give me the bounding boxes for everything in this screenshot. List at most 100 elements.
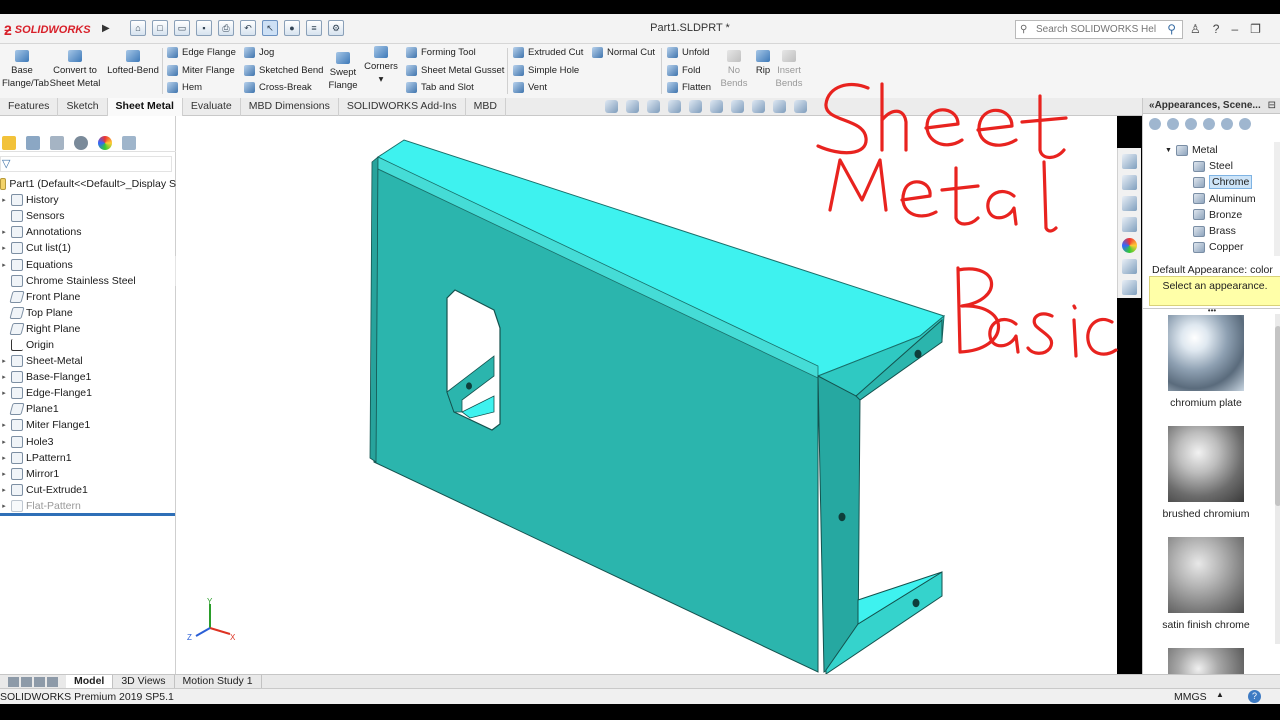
tree-item-sensors[interactable]: Sensors [0,208,176,224]
unit-system[interactable]: MMGS [1174,691,1207,703]
tree-item-flat-pattern[interactable]: ▸ Flat-Pattern [0,498,176,514]
view-orientation-icon[interactable] [689,100,702,113]
normal-cut-button[interactable]: Normal Cut [592,46,655,60]
previous-view-icon[interactable] [647,100,660,113]
up-folder-icon[interactable] [1239,118,1251,130]
tree-folder-brass[interactable]: Brass [1143,223,1277,239]
convert-to-sheet-metal-button[interactable]: Convert to Sheet Metal [48,50,102,90]
lofted-bend-button[interactable]: Lofted-Bend [106,50,160,77]
tree-item-material[interactable]: Chrome Stainless Steel [0,273,176,289]
tree-item-edge-flange[interactable]: ▸ Edge-Flange1 [0,385,176,401]
zoom-to-fit-icon[interactable] [605,100,618,113]
tree-item-right-plane[interactable]: Right Plane [0,321,176,337]
expand-arrow-icon[interactable]: ▸ [0,196,8,204]
help-search-input[interactable] [1016,21,1156,38]
tree-folder-chrome[interactable]: Chrome [1143,174,1277,190]
tree-item-annotations[interactable]: ▸ Annotations [0,224,176,240]
display-style-icon[interactable] [710,100,723,113]
tree-item-base-flange[interactable]: ▸ Base-Flange1 [0,369,176,385]
tree-item-history[interactable]: ▸ History [0,192,176,208]
sheet-metal-gusset-button[interactable]: Sheet Metal Gusset [406,64,504,78]
tree-item-lpattern[interactable]: ▸ LPattern1 [0,450,176,466]
pin-icon[interactable]: ⊟ [1268,98,1276,113]
solidworks-resources-icon[interactable] [1122,154,1137,169]
zoom-to-area-icon[interactable] [626,100,639,113]
tree-folder-bronze[interactable]: Bronze [1143,207,1277,223]
design-library-icon[interactable] [1122,175,1137,190]
rollback-bar[interactable] [0,513,175,516]
expand-arrow-icon[interactable]: ▸ [0,228,8,236]
forum-icon[interactable] [1122,280,1137,295]
scrollbar-thumb[interactable] [1275,326,1280,506]
tab-sketch[interactable]: Sketch [58,98,108,116]
next-tab-icon[interactable] [34,676,45,687]
expand-arrow-icon[interactable]: ▸ [0,470,8,478]
swatch-brushed-chromium[interactable]: brushed chromium [1149,426,1263,520]
tab-and-slot-button[interactable]: Tab and Slot [406,81,504,95]
refresh-icon[interactable] [1221,118,1233,130]
tree-item-front-plane[interactable]: Front Plane [0,289,176,305]
tab-evaluate[interactable]: Evaluate [183,98,241,116]
tab-features[interactable]: Features [0,98,59,116]
expand-arrow-icon[interactable]: ▸ [0,244,8,252]
display-manager-tab-icon[interactable] [98,136,112,150]
graphics-area[interactable]: Y X Z [176,116,1117,674]
tree-item-mirror[interactable]: ▸ Mirror1 [0,466,176,482]
hide-show-items-icon[interactable] [731,100,744,113]
swept-flange-button[interactable]: Swept Flange [326,52,360,92]
tree-item-sheet-metal[interactable]: ▸ Sheet-Metal [0,353,176,369]
dimxpert-tab-icon[interactable] [74,136,88,150]
expand-arrow-icon[interactable]: ▸ [0,438,8,446]
custom-properties-icon[interactable] [1122,259,1137,274]
expand-arrow-icon[interactable]: ▸ [0,454,8,462]
no-bends-button[interactable]: No Bends [720,50,748,90]
status-help-icon[interactable]: ? [1248,690,1261,703]
expand-arrow-icon[interactable]: ▸ [0,389,8,397]
tree-item-hole3[interactable]: ▸ Hole3 [0,434,176,450]
miter-flange-button[interactable]: Miter Flange [167,64,236,78]
expand-arrow-icon[interactable]: ▸ [0,357,8,365]
file-explorer-icon[interactable] [1122,196,1137,211]
rip-button[interactable]: Rip [752,50,774,77]
configuration-manager-tab-icon[interactable] [50,136,64,150]
tree-folder-metal[interactable]: ▼ Metal [1143,142,1277,158]
insert-bends-button[interactable]: Insert Bends [774,50,804,90]
tree-item-cut-extrude[interactable]: ▸ Cut-Extrude1 [0,482,176,498]
expand-arrow-icon[interactable]: ▸ [0,373,8,381]
sheet-metal-part-model[interactable] [176,116,1117,674]
tree-item-origin[interactable]: Origin [0,337,176,353]
corners-dropdown-icon[interactable]: ▾ [379,74,384,85]
help-icon[interactable]: ? [1213,22,1220,36]
tree-item-plane1[interactable]: Plane1 [0,401,176,417]
section-view-icon[interactable] [668,100,681,113]
tree-scrollbar[interactable] [1274,142,1280,256]
tree-root-part[interactable]: Part1 (Default<<Default>_Display S [0,176,176,192]
back-icon[interactable] [1149,118,1161,130]
view-palette-icon[interactable] [1122,217,1137,232]
tab-motion-study[interactable]: Motion Study 1 [175,674,262,689]
tab-model[interactable]: Model [66,674,114,689]
simple-hole-button[interactable]: Simple Hole [513,64,583,78]
swatch-partial[interactable] [1149,648,1263,674]
tab-sheet-metal[interactable]: Sheet Metal [107,98,183,116]
expand-arrow-icon[interactable]: ▸ [0,486,8,494]
collapse-arrow-icon[interactable]: ▼ [1165,147,1172,154]
help-search-box[interactable]: ⚲ ⚲ [1015,20,1183,39]
feature-manager-tab-icon[interactable] [2,136,16,150]
tab-mbd-dimensions[interactable]: MBD Dimensions [241,98,339,116]
flatten-button[interactable]: Flatten [667,81,711,95]
edit-appearance-icon[interactable] [752,100,765,113]
hem-button[interactable]: Hem [167,81,236,95]
swatch-scrollbar[interactable] [1275,314,1280,644]
units-dropdown-icon[interactable]: ▲ [1216,690,1224,699]
swatch-satin-finish-chrome[interactable]: satin finish chrome [1149,537,1263,631]
vent-button[interactable]: Vent [513,81,583,95]
sketched-bend-button[interactable]: Sketched Bend [244,64,323,78]
edge-flange-button[interactable]: Edge Flange [167,46,236,60]
appearances-scenes-icon[interactable] [1122,238,1137,253]
cross-break-button[interactable]: Cross-Break [244,81,323,95]
tab-3d-views[interactable]: 3D Views [113,674,175,689]
user-icon[interactable]: ♙ [1190,22,1201,36]
feature-tree-filter[interactable]: ▽ [0,156,172,172]
tree-folder-steel[interactable]: Steel [1143,158,1277,174]
